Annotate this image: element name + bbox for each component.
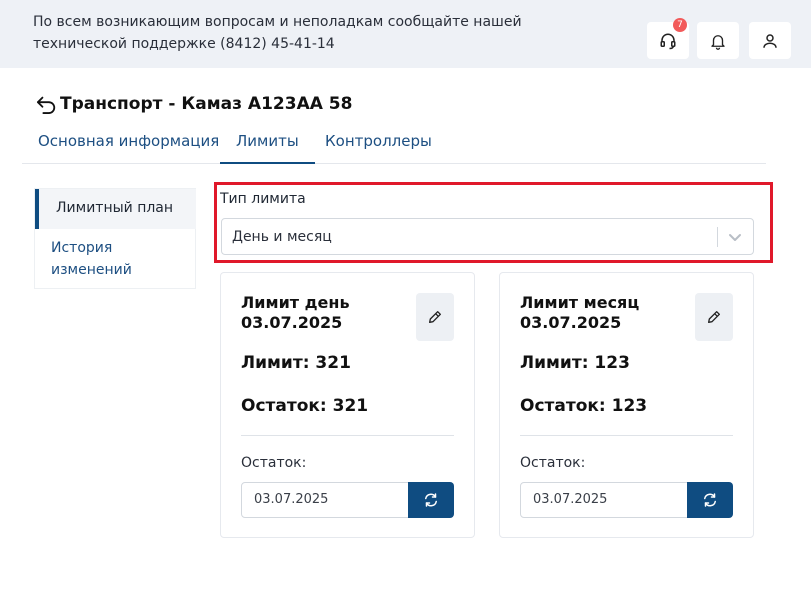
refresh-monthly-button[interactable] — [687, 482, 733, 518]
support-message: По всем возникающим вопросам и неполадка… — [33, 14, 522, 52]
pencil-icon — [708, 311, 720, 323]
limit-value: Лимит: 321 — [241, 353, 351, 373]
limit-value: Лимит: 123 — [520, 353, 630, 373]
sidebar-item-change-history[interactable]: История изменений — [35, 229, 196, 289]
user-icon — [763, 33, 777, 48]
tab-limits[interactable]: Лимиты — [220, 128, 315, 164]
rest-value: Остаток: 123 — [520, 396, 648, 416]
top-bar: По всем возникающим вопросам и неполадка… — [0, 0, 811, 68]
bell-icon — [711, 34, 725, 50]
support-badge: 7 — [673, 18, 687, 32]
card-title: Лимит месяц 03.07.2025 — [520, 293, 640, 332]
rest-value: Остаток: 321 — [241, 396, 369, 416]
limit-type-label: Тип лимита — [220, 191, 306, 207]
limit-type-value: День и месяц — [232, 229, 332, 245]
daily-limit-card: Лимит день 03.07.2025 Лимит: 321 Остаток… — [220, 272, 475, 538]
monthly-limit-card: Лимит месяц 03.07.2025 Лимит: 123 Остато… — [499, 272, 754, 538]
rest-label: Остаток: — [241, 455, 307, 471]
tab-controllers[interactable]: Контроллеры — [309, 128, 448, 164]
page-title-text: Транспорт - Камаз А123АА 58 — [60, 94, 353, 114]
pencil-icon — [429, 311, 441, 323]
profile-button[interactable] — [749, 22, 791, 59]
support-button[interactable]: 7 — [647, 18, 689, 59]
select-separator — [717, 227, 718, 247]
tab-bar: Основная информация Лимиты Контроллеры — [22, 128, 766, 164]
page-title: Транспорт - Камаз А123АА 58 — [36, 93, 352, 115]
rest-date-input[interactable]: 03.07.2025 — [520, 482, 688, 518]
limit-type-select[interactable]: День и месяц — [221, 218, 754, 255]
card-divider — [520, 435, 733, 436]
back-arrow-icon[interactable] — [36, 94, 58, 114]
tab-main-info[interactable]: Основная информация — [22, 128, 235, 164]
rest-date-input[interactable]: 03.07.2025 — [241, 482, 409, 518]
refresh-daily-button[interactable] — [408, 482, 454, 518]
refresh-icon — [425, 493, 437, 507]
edit-daily-limit-button[interactable] — [416, 293, 454, 341]
chevron-down-icon[interactable] — [727, 230, 743, 244]
edit-monthly-limit-button[interactable] — [695, 293, 733, 341]
card-divider — [241, 435, 454, 436]
rest-label: Остаток: — [520, 455, 586, 471]
sidebar-item-limit-plan[interactable]: Лимитный план — [35, 189, 196, 229]
headset-icon — [660, 33, 676, 49]
refresh-icon — [704, 493, 716, 507]
card-title: Лимит день 03.07.2025 — [241, 293, 350, 332]
side-menu: Лимитный план История изменений — [34, 188, 196, 289]
notifications-button[interactable] — [697, 22, 739, 59]
